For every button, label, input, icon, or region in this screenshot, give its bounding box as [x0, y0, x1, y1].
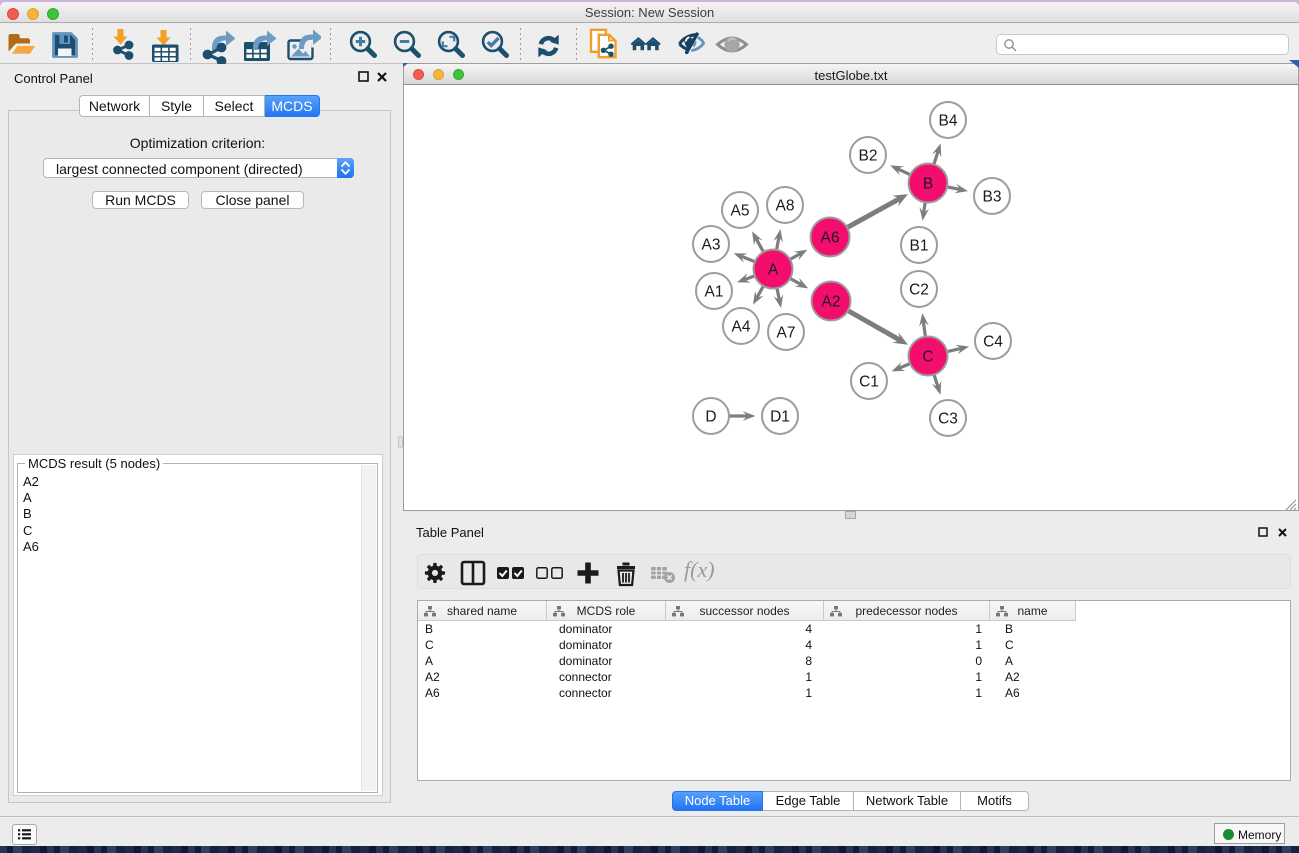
svg-text:A4: A4 [732, 319, 751, 336]
svg-text:B4: B4 [939, 113, 958, 130]
svg-text:A5: A5 [731, 203, 750, 220]
svg-text:A: A [768, 262, 779, 279]
svg-text:A3: A3 [702, 237, 721, 254]
svg-text:A1: A1 [705, 284, 724, 301]
svg-text:C: C [922, 349, 933, 366]
svg-text:A2: A2 [822, 294, 841, 311]
svg-text:C2: C2 [909, 282, 929, 299]
svg-text:D: D [705, 409, 716, 426]
svg-text:C1: C1 [859, 374, 879, 391]
svg-text:C4: C4 [983, 334, 1003, 351]
svg-text:A7: A7 [777, 325, 796, 342]
svg-text:A8: A8 [776, 198, 795, 215]
svg-text:C3: C3 [938, 411, 958, 428]
svg-text:D1: D1 [770, 409, 790, 426]
svg-text:B2: B2 [859, 148, 878, 165]
svg-text:A6: A6 [821, 230, 840, 247]
svg-text:B3: B3 [983, 189, 1002, 206]
svg-text:B: B [923, 176, 933, 193]
svg-text:B1: B1 [910, 238, 929, 255]
